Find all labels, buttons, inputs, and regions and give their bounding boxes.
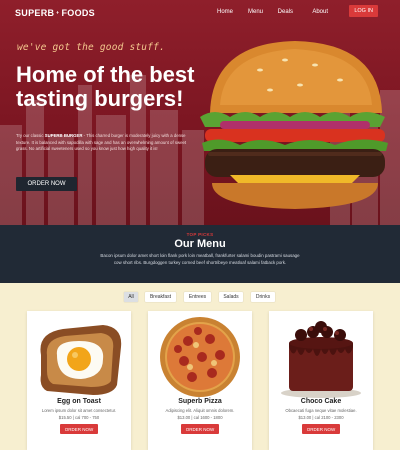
- login-button[interactable]: LOG IN: [349, 5, 378, 17]
- logo-text-right: FOODS: [61, 7, 95, 18]
- card-title: Choco Cake: [300, 398, 342, 405]
- menu-card-superb-pizza[interactable]: Superb Pizza Adipiscing elit. Aliquit om…: [148, 311, 252, 450]
- menu-card-choco-cake[interactable]: Choco Cake Obcaecati fuga neque vitae mo…: [269, 311, 373, 450]
- card-title: Egg on Toast: [57, 398, 101, 405]
- hero-section: SUPERB FOODS Home Menu Deals About LOG I…: [0, 0, 400, 225]
- filter-all[interactable]: All: [124, 292, 138, 302]
- menu-title: Our Menu: [174, 238, 226, 250]
- chocolate-cake-image: [281, 321, 361, 398]
- egg-on-toast-image: [40, 325, 122, 395]
- brand-logo[interactable]: SUPERB FOODS: [15, 6, 95, 19]
- hero-tagline: we've got the good stuff.: [17, 42, 165, 53]
- strongman-icon: [56, 11, 60, 14]
- filter-entrees[interactable]: Entrees: [184, 292, 211, 302]
- filter-salads[interactable]: Salads: [219, 292, 243, 302]
- card-title: Superb Pizza: [178, 398, 222, 405]
- nav-links: Home Menu Deals About LOG IN: [178, 5, 378, 18]
- menu-description: Bacon ipsum dolor amet short loin flank …: [100, 253, 300, 265]
- burger-image: [200, 41, 388, 209]
- card-price: $15.50 | cal 700 - 750: [58, 415, 100, 420]
- nav-link-deals[interactable]: Deals: [278, 9, 293, 15]
- card-price: $13.00 | cal 1600 - 1800: [177, 415, 223, 420]
- hero-headline: Home of the best tasting burgers!: [16, 62, 195, 111]
- card-order-now-button[interactable]: ORDER NOW: [302, 424, 340, 434]
- filter-breakfast[interactable]: Breakfast: [145, 292, 176, 302]
- card-description: Lorem ipsum dolor sit amet consectetur.: [41, 408, 117, 413]
- menu-filter-tabs: All Breakfast Entrees Salads Drinks: [0, 292, 400, 302]
- card-order-now-button[interactable]: ORDER NOW: [181, 424, 219, 434]
- card-order-now-button[interactable]: ORDER NOW: [60, 424, 98, 434]
- card-price: $13.00 | cal 2100 - 2300: [298, 415, 344, 420]
- pizza-image: [160, 317, 240, 397]
- logo-text-left: SUPERB: [15, 7, 55, 18]
- hero-order-now-button[interactable]: ORDER NOW: [16, 177, 77, 191]
- hero-description-prefix: Try our classic: [16, 133, 45, 138]
- nav-link-about[interactable]: About: [312, 9, 328, 15]
- top-navigation: SUPERB FOODS Home Menu Deals About LOG I…: [0, 0, 400, 24]
- hero-description-highlight: SUPERB BURGER: [44, 133, 83, 138]
- menu-card-egg-on-toast[interactable]: Egg on Toast Lorem ipsum dolor sit amet …: [27, 311, 131, 450]
- filter-drinks[interactable]: Drinks: [251, 292, 275, 302]
- nav-link-home[interactable]: Home: [217, 9, 233, 15]
- hero-description: Try our classic SUPERB BURGER - This cha…: [16, 133, 196, 153]
- nav-link-menu[interactable]: Menu: [248, 9, 263, 15]
- menu-eyebrow: TOP PICKS: [186, 232, 214, 237]
- card-description: Adipiscing elit. Aliquit omnis dolorem.: [165, 408, 235, 413]
- card-description: Obcaecati fuga neque vitae molestiae.: [285, 408, 357, 413]
